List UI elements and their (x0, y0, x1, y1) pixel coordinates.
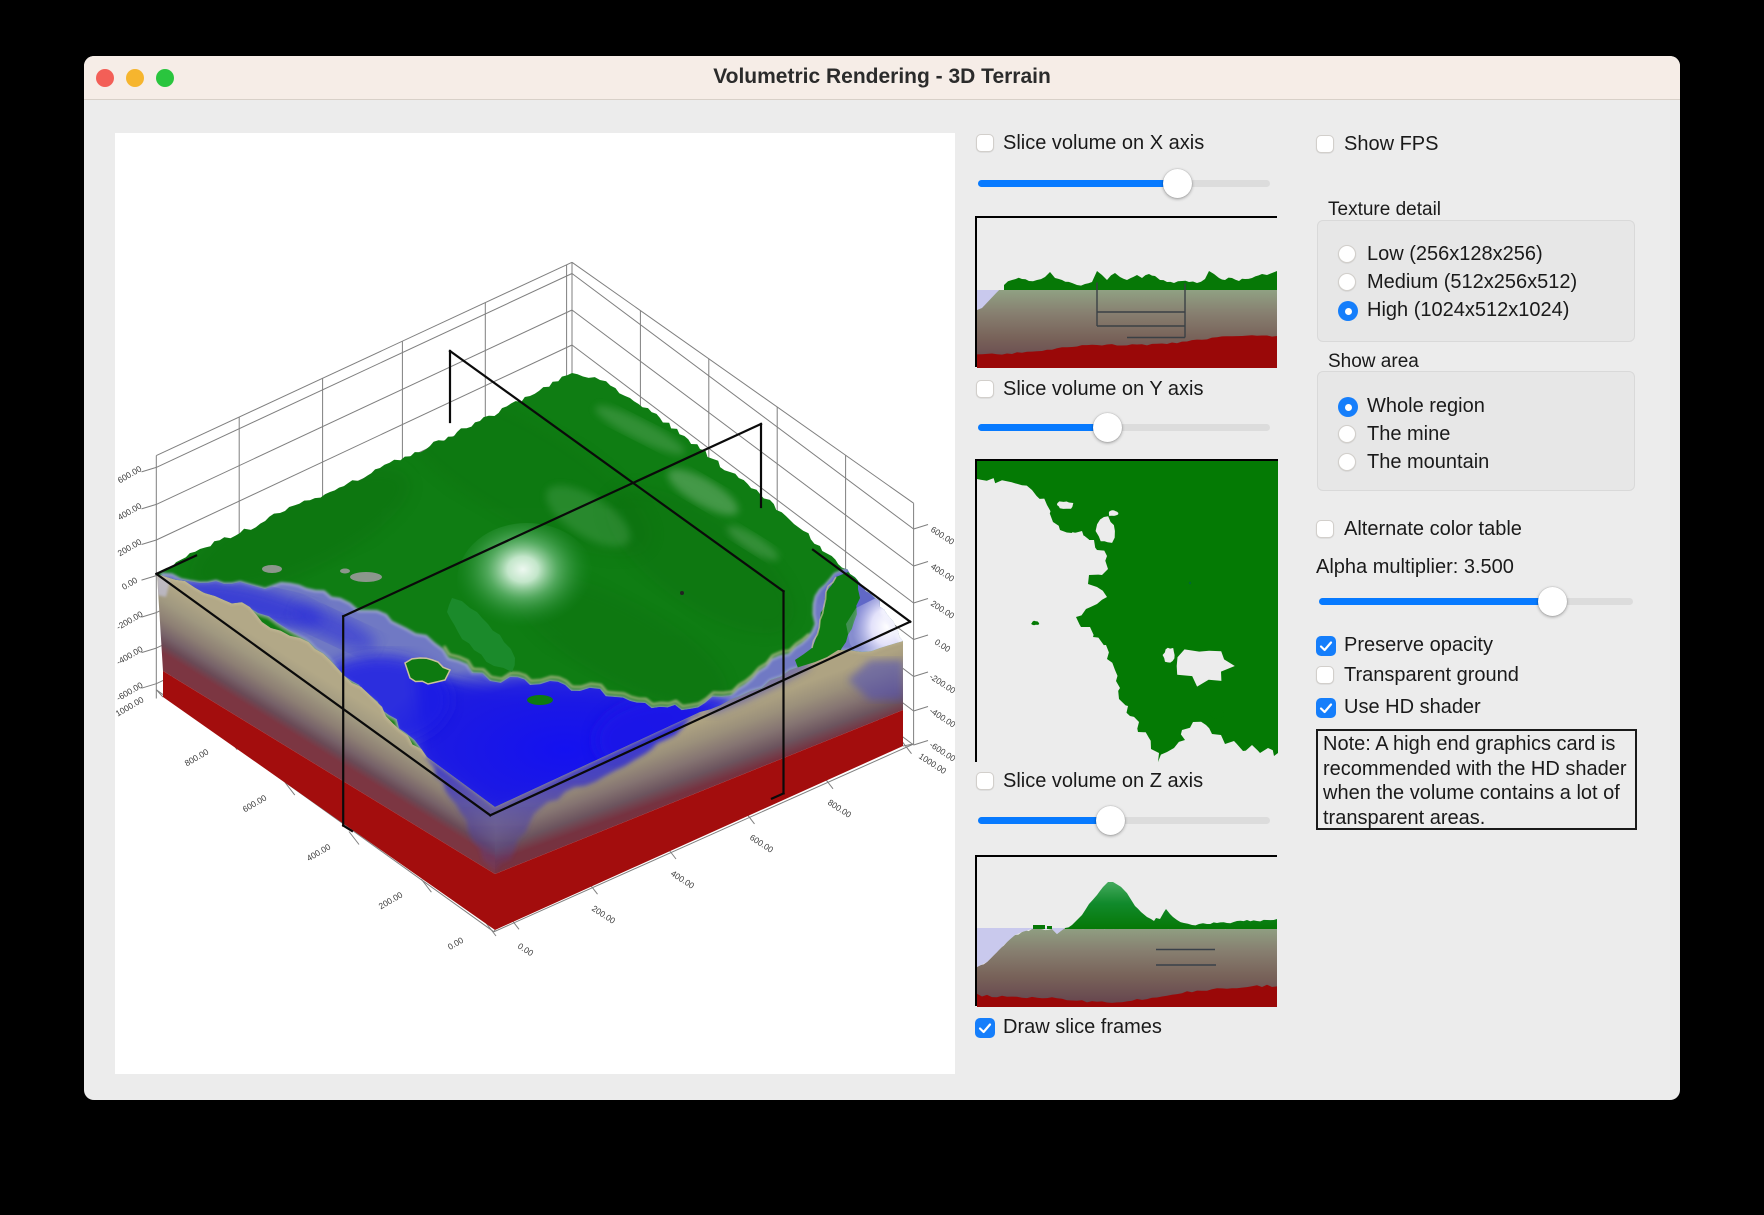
svg-text:600.00: 600.00 (241, 792, 269, 814)
svg-text:600.00: 600.00 (929, 524, 955, 547)
svg-text:400.00: 400.00 (116, 500, 144, 522)
svg-text:200.00: 200.00 (377, 889, 405, 911)
svg-text:-400.00: -400.00 (115, 644, 145, 667)
svg-text:600.00: 600.00 (748, 832, 775, 855)
svg-text:400.00: 400.00 (669, 868, 696, 891)
svg-text:400.00: 400.00 (929, 561, 955, 584)
svg-text:-200.00: -200.00 (115, 609, 145, 632)
svg-text:600.00: 600.00 (116, 463, 144, 485)
svg-text:800.00: 800.00 (826, 797, 853, 820)
svg-text:200.00: 200.00 (116, 536, 144, 558)
svg-text:-400.00: -400.00 (928, 705, 955, 729)
svg-text:0.00: 0.00 (120, 575, 140, 592)
svg-text:200.00: 200.00 (590, 903, 617, 926)
svg-text:400.00: 400.00 (305, 841, 333, 863)
svg-text:200.00: 200.00 (929, 598, 955, 621)
svg-text:800.00: 800.00 (183, 746, 211, 768)
svg-text:-200.00: -200.00 (928, 671, 955, 695)
svg-text:0.00: 0.00 (933, 637, 953, 655)
svg-text:0.00: 0.00 (516, 941, 536, 959)
svg-text:0.00: 0.00 (446, 935, 466, 952)
